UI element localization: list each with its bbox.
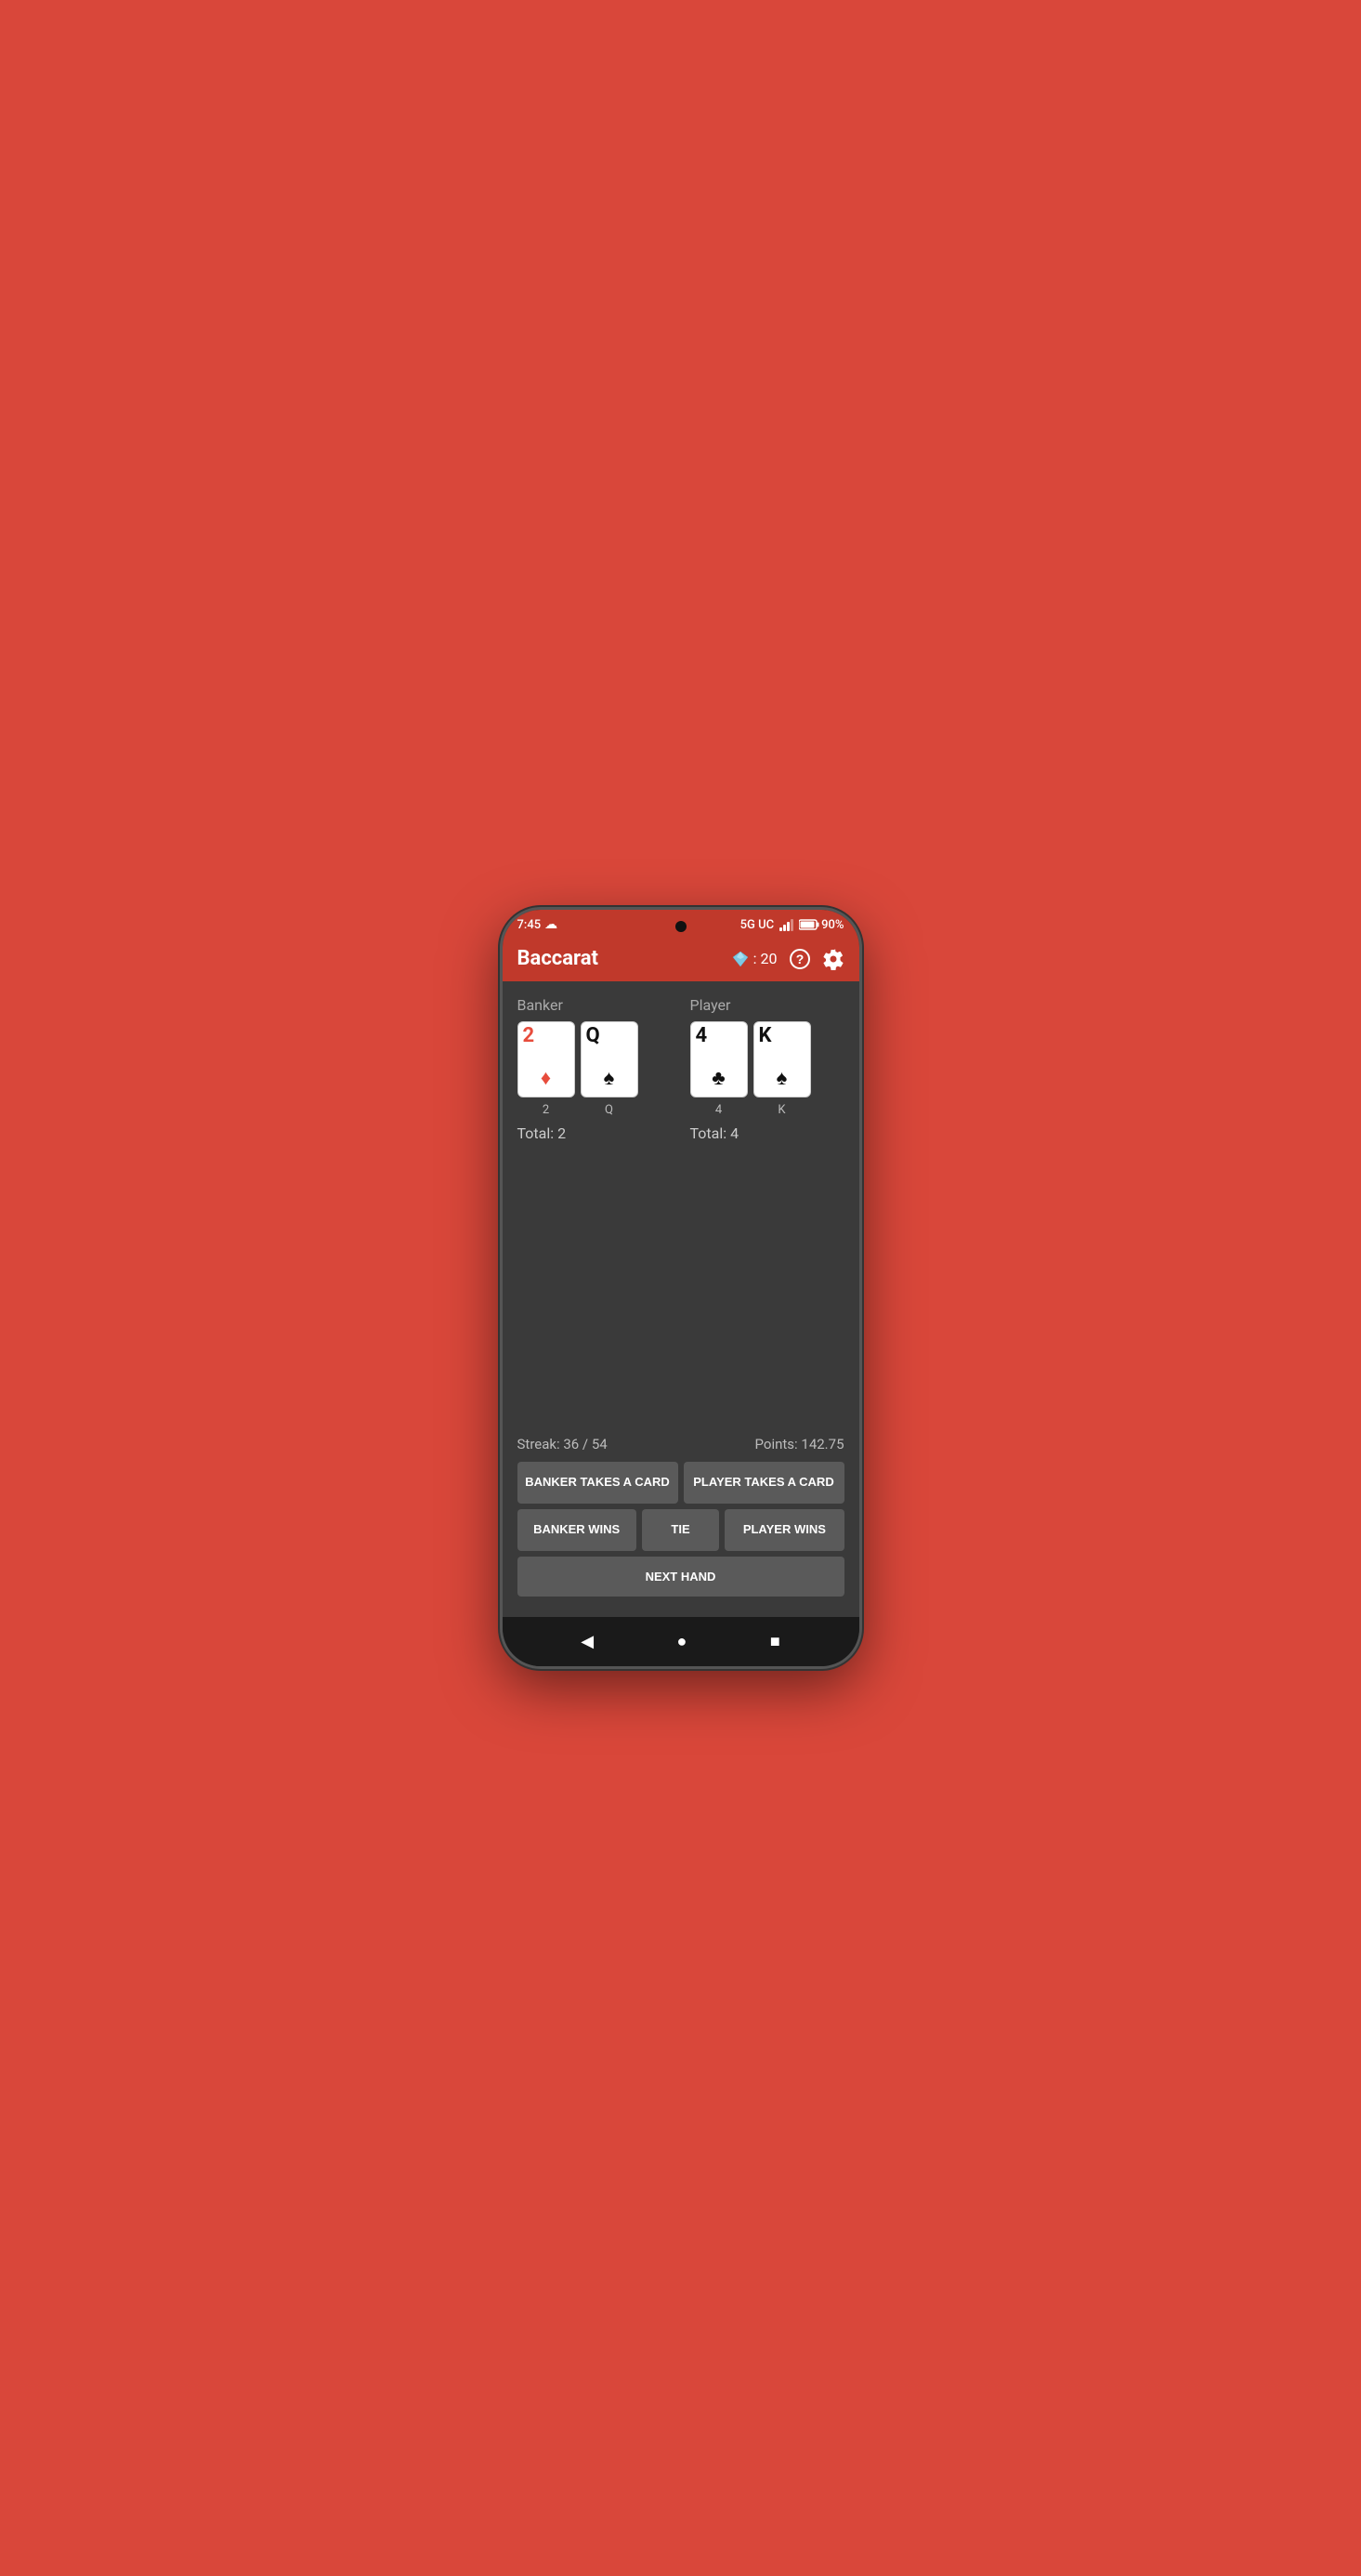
banker-takes-card-button[interactable]: BANKER TAKES A CARD xyxy=(517,1462,678,1504)
phone-frame: 7:45 ☁ 5G UC 90% Baccarat xyxy=(500,907,862,1669)
app-bar: Baccarat : 20 ? xyxy=(503,936,859,981)
player-card-2-value: K xyxy=(759,1026,805,1046)
tie-button[interactable]: TIE xyxy=(642,1509,719,1551)
svg-text:?: ? xyxy=(795,952,804,966)
settings-button[interactable] xyxy=(822,948,844,970)
banker-card-1: 2 ♦ xyxy=(517,1021,575,1097)
help-button[interactable]: ? xyxy=(789,948,811,970)
vol-button-1 xyxy=(500,1031,503,1063)
banker-card-2-value: Q xyxy=(586,1026,633,1046)
player-card-1: 4 ♣ xyxy=(690,1021,748,1097)
banker-card-1-value: 2 xyxy=(523,1026,569,1046)
vol-button-2 xyxy=(500,1072,503,1128)
banker-card-2-name: Q xyxy=(581,1103,638,1117)
banker-cards: 2 ♦ Q ♠ xyxy=(517,1021,672,1097)
next-hand-button[interactable]: NEXT HAND xyxy=(517,1557,844,1597)
status-right: 5G UC 90% xyxy=(740,918,844,932)
banker-label: Banker xyxy=(517,996,672,1014)
camera-notch xyxy=(675,921,687,932)
home-button[interactable]: ● xyxy=(666,1628,699,1655)
player-card-2-name: K xyxy=(753,1103,811,1117)
streak-display: Streak: 36 / 54 xyxy=(517,1436,608,1452)
player-wins-button[interactable]: PLAYER WINS xyxy=(725,1509,844,1551)
banker-section: Banker 2 ♦ Q ♠ 2 Q Tot xyxy=(517,996,672,1142)
status-time: 7:45 ☁ xyxy=(517,917,558,932)
banker-wins-button[interactable]: BANKER WINS xyxy=(517,1509,636,1551)
battery-indicator: 90% xyxy=(799,918,844,932)
player-card-2-suit: ♠ xyxy=(754,1069,810,1089)
banker-card-2: Q ♠ xyxy=(581,1021,638,1097)
back-button[interactable]: ◀ xyxy=(569,1628,605,1655)
player-takes-card-button[interactable]: PLAYER TAKES A CARD xyxy=(684,1462,844,1504)
signal-icon xyxy=(779,918,793,931)
points-display: Points: 142.75 xyxy=(755,1436,844,1452)
player-card-1-name: 4 xyxy=(690,1103,748,1117)
banker-card-names: 2 Q xyxy=(517,1103,672,1117)
spacer xyxy=(517,1153,844,1436)
vol-button-3 xyxy=(500,1137,503,1193)
player-label: Player xyxy=(690,996,844,1014)
time-display: 7:45 xyxy=(517,918,542,932)
player-card-1-suit: ♣ xyxy=(691,1069,747,1089)
banker-total: Total: 2 xyxy=(517,1124,672,1142)
player-card-1-value: 4 xyxy=(696,1026,742,1046)
player-total: Total: 4 xyxy=(690,1124,844,1142)
player-card-2: K ♠ xyxy=(753,1021,811,1097)
take-card-row: BANKER TAKES A CARD PLAYER TAKES A CARD xyxy=(517,1462,844,1504)
recent-button[interactable]: ■ xyxy=(759,1628,792,1655)
main-content: Banker 2 ♦ Q ♠ 2 Q Tot xyxy=(503,981,859,1617)
banker-card-1-suit: ♦ xyxy=(518,1069,574,1089)
outcome-row: BANKER WINS TIE PLAYER WINS xyxy=(517,1509,844,1551)
app-title: Baccarat xyxy=(517,947,598,970)
battery-percent: 90% xyxy=(821,918,844,932)
network-label: 5G UC xyxy=(740,918,774,932)
app-bar-right: : 20 ? xyxy=(731,948,844,970)
player-section: Player 4 ♣ K ♠ 4 K Tot xyxy=(690,996,844,1142)
hands-row: Banker 2 ♦ Q ♠ 2 Q Tot xyxy=(517,996,844,1142)
gem-icon xyxy=(731,950,750,968)
cloud-icon: ☁ xyxy=(544,917,557,932)
banker-card-2-suit: ♠ xyxy=(582,1069,637,1089)
gem-count: : 20 xyxy=(753,950,778,967)
nav-bar: ◀ ● ■ xyxy=(503,1617,859,1666)
player-cards: 4 ♣ K ♠ xyxy=(690,1021,844,1097)
gem-score: : 20 xyxy=(731,950,778,968)
player-card-names: 4 K xyxy=(690,1103,844,1117)
stats-row: Streak: 36 / 54 Points: 142.75 xyxy=(517,1436,844,1452)
banker-card-1-name: 2 xyxy=(517,1103,575,1117)
